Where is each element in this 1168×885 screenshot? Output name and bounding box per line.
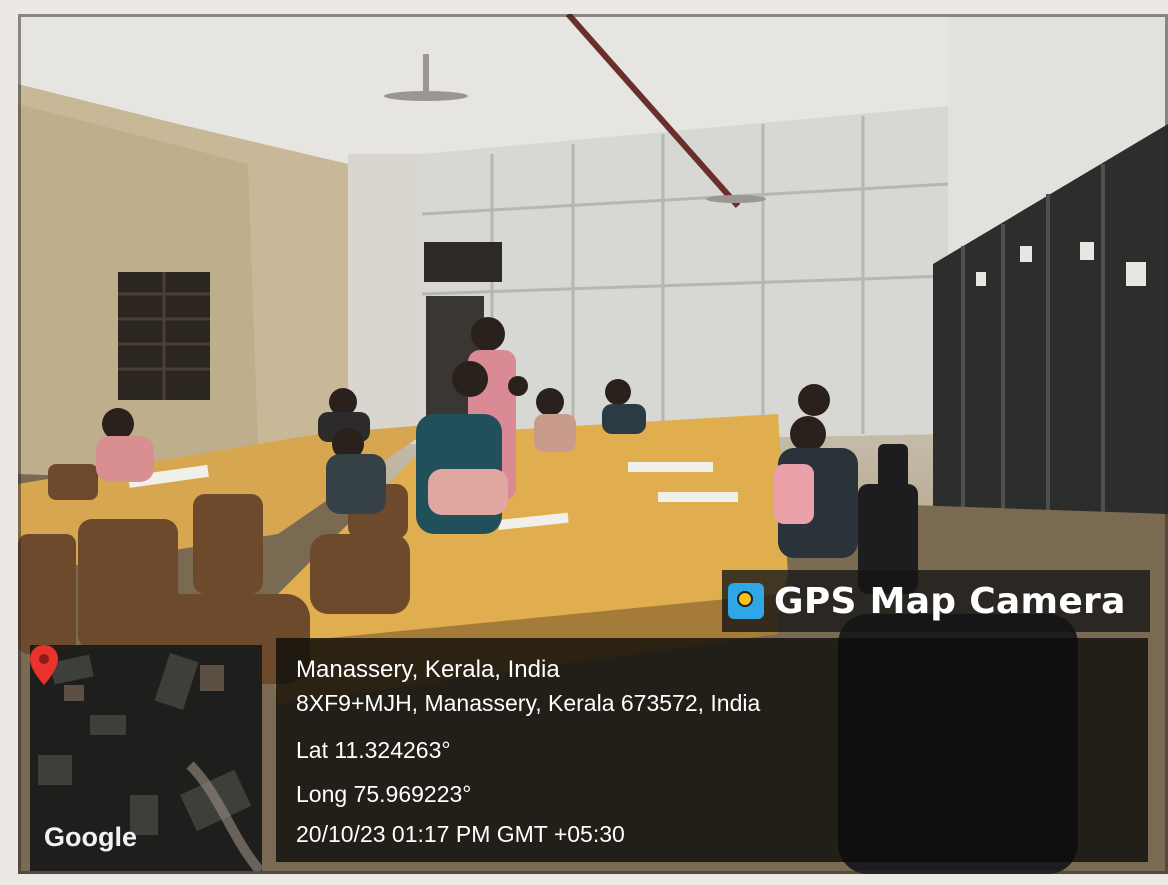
address: 8XF9+MJH, Manassery, Kerala 673572, Indi… [296, 690, 761, 716]
map-thumbnail[interactable]: Google [30, 645, 262, 871]
longitude: Long 75.969223° [296, 781, 472, 807]
app-name: GPS Map Camera [774, 580, 1126, 622]
location-title: Manassery, Kerala, India [296, 656, 560, 683]
gps-map-camera-brand: GPS Map Camera [722, 570, 1150, 632]
room-photo: Google GPS Map Camera Manassery, Kerala,… [18, 14, 1168, 874]
location-info-panel: Manassery, Kerala, India 8XF9+MJH, Manas… [276, 638, 1148, 862]
latitude: Lat 11.324263° [296, 737, 451, 763]
google-map-label: Google [44, 822, 137, 852]
location-pin-icon [30, 645, 58, 685]
timestamp: 20/10/23 01:17 PM GMT +05:30 [296, 821, 625, 847]
gps-map-camera-icon [728, 583, 764, 619]
